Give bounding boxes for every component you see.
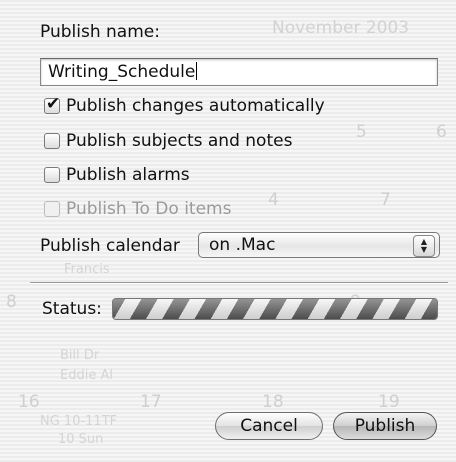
background-event: Eddie Al [60, 368, 113, 383]
checkbox-box: ✔ [44, 94, 60, 114]
publish-calendar-popup[interactable]: on .Mac ▲ ▼ [198, 232, 440, 258]
background-month-title: November 2003 [272, 18, 410, 38]
background-event: Bill Dr [60, 348, 100, 363]
background-event: NG 10-11TF [40, 414, 118, 429]
status-label: Status: [42, 299, 102, 319]
checkbox-box [44, 167, 60, 183]
publish-button[interactable]: Publish [333, 412, 437, 440]
background-day-number: 16 [18, 392, 40, 412]
background-day-number: 8 [6, 292, 17, 312]
background-day-number: 18 [262, 392, 284, 412]
progress-barber-pole [113, 299, 437, 319]
background-day-number: 19 [378, 392, 400, 412]
updown-arrows-icon: ▲ ▼ [413, 235, 435, 257]
publish-name-label: Publish name: [40, 22, 160, 42]
checkbox-box [44, 133, 60, 149]
checkbox-label: Publish changes automatically [66, 96, 325, 116]
checkbox-box [44, 201, 60, 217]
background-day-number: 17 [140, 392, 162, 412]
publish-alarms-checkbox[interactable]: Publish alarms [44, 165, 190, 185]
background-event: 10 Sun [58, 432, 104, 447]
checkbox-label: Publish To Do items [66, 199, 232, 219]
checkbox-label: Publish subjects and notes [66, 131, 293, 151]
status-progress-bar [112, 298, 438, 320]
publish-calendar-label: Publish calendar [40, 236, 180, 256]
background-day-number: 6 [436, 122, 447, 142]
publish-calendar-value: on .Mac [209, 235, 276, 255]
publish-subjects-checkbox[interactable]: Publish subjects and notes [44, 131, 292, 151]
publish-name-value: Writing_Schedule [48, 62, 196, 82]
publish-todo-checkbox: Publish To Do items [44, 199, 231, 219]
publish-changes-checkbox[interactable]: ✔ Publish changes automatically [44, 94, 325, 116]
background-event: Francis [64, 262, 110, 277]
background-day-number: 4 [268, 190, 279, 210]
section-divider [30, 282, 448, 284]
background-day-number: 5 [356, 122, 367, 142]
checkbox-label: Publish alarms [66, 165, 190, 185]
cancel-button[interactable]: Cancel [215, 412, 323, 440]
publish-sheet: November 2003 5 6 4 7 8 9 16 17 18 19 Fr… [0, 0, 456, 462]
text-caret [196, 62, 198, 80]
background-day-number: 7 [380, 190, 391, 210]
checkmark-icon: ✔ [46, 94, 61, 114]
publish-name-field[interactable]: Writing_Schedule [40, 58, 438, 86]
